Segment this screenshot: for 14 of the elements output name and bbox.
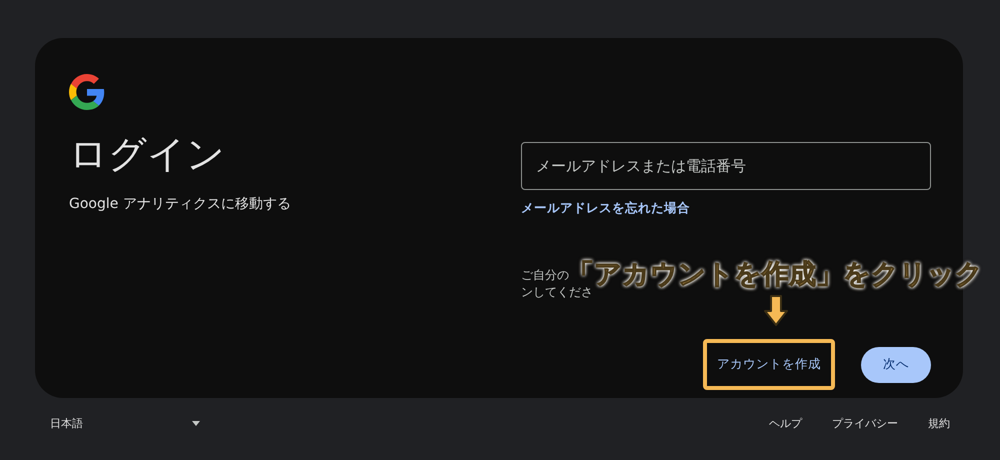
google-logo-icon <box>69 74 105 110</box>
forgot-email-link[interactable]: メールアドレスを忘れた場合 <box>521 200 931 217</box>
page-title: ログイン <box>69 131 226 178</box>
guest-note-text: ご自分の <box>521 267 569 284</box>
down-arrow-icon <box>762 294 790 328</box>
footer-link[interactable]: 規約 <box>928 416 950 431</box>
email-field[interactable]: メールアドレスまたは電話番号 <box>521 142 931 190</box>
caret-icon <box>192 421 200 426</box>
language-selector[interactable]: 日本語 <box>50 410 200 437</box>
next-button[interactable]: 次へ <box>861 346 931 382</box>
footer-link[interactable]: プライバシー <box>832 416 898 431</box>
footer-link[interactable]: ヘルプ <box>769 416 802 431</box>
subtitle: Google アナリティクスに移動する <box>69 195 292 214</box>
create-account-button[interactable]: アカウントを作成 <box>711 348 827 381</box>
